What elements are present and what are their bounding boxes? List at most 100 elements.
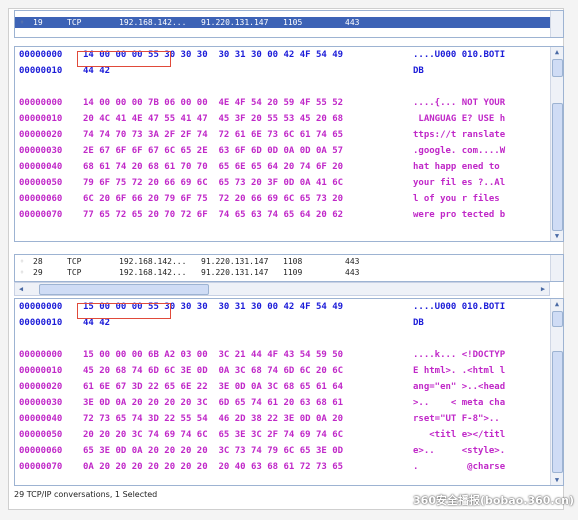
hex-line: 00000070 77 65 72 65 20 70 72 6F 74 65 63… [15, 207, 563, 223]
hex-offset: 00000000 [19, 350, 63, 360]
hex-line [15, 79, 563, 95]
hex-offset: 00000010 [19, 114, 63, 124]
hex-offset: 00000040 [19, 162, 63, 172]
scroll-up-icon[interactable]: ▲ [551, 299, 563, 309]
conversation-row[interactable]: ◦ 19 TCP 192.168.142... 91.220.131.147 1… [15, 17, 563, 28]
conversation-list-top[interactable]: ◦ 19 TCP 192.168.142... 91.220.131.147 1… [14, 10, 564, 38]
hex-line: 00000060 65 3E 0D 0A 20 20 20 20 3C 73 74… [15, 443, 563, 459]
hex-offset: 00000000 [19, 302, 63, 312]
hex-bytes: 61 6E 67 3D 22 65 6E 22 3E 0D 0A 3C 68 6… [83, 382, 344, 392]
hex-offset: 00000060 [19, 446, 63, 456]
hex-bytes: 20 20 20 3C 74 69 74 6C 65 3E 3C 2F 74 6… [83, 430, 344, 440]
hex-line: 00000000 15 00 00 00 6B A2 03 00 3C 21 44… [15, 347, 563, 363]
hex-bytes: 77 65 72 65 20 70 72 6F 74 65 63 74 65 6… [83, 210, 344, 220]
scroll-thumb[interactable] [552, 59, 563, 77]
hex-scrollbar[interactable]: ▲ ▼ [550, 47, 563, 241]
hex-offset: 00000030 [19, 146, 63, 156]
hex-ascii: ....U000 010.BOTI [413, 50, 506, 60]
hex-bytes: 74 74 70 73 3A 2F 2F 74 72 61 6E 73 6C 6… [83, 130, 344, 140]
hex-offset: 00000050 [19, 430, 63, 440]
hex-ascii: <titl e></titl [413, 430, 506, 440]
hex-bytes: 20 4C 41 4E 47 55 41 47 45 3F 20 55 53 4… [83, 114, 344, 124]
row-marker-icon: ◦ [19, 257, 25, 266]
hex-ascii: ....U000 010.BOTI [413, 302, 506, 312]
hex-bytes: 65 3E 0D 0A 20 20 20 20 3C 73 74 79 6C 6… [83, 446, 344, 456]
hex-ascii: your fil es ?..Al [413, 178, 506, 188]
hex-line: 00000030 2E 67 6F 6F 67 6C 65 2E 63 6F 6D… [15, 143, 563, 159]
hex-ascii: E html>. .<html l [413, 366, 506, 376]
row-number: 19 [33, 18, 43, 27]
hex-line: 00000040 68 61 74 20 68 61 70 70 65 6E 65… [15, 159, 563, 175]
hex-bytes: 14 00 00 00 7B 06 00 00 4E 4F 54 20 59 4… [83, 98, 344, 108]
hex-view-2[interactable]: 00000000 15 00 00 00 55 30 30 30 30 31 30… [14, 298, 564, 486]
hex-offset: 00000010 [19, 66, 63, 76]
scroll-right-icon[interactable]: ▶ [537, 283, 549, 295]
row-number: 29 [33, 268, 43, 277]
hex-ascii: DB [413, 318, 424, 328]
row-marker-icon: ◦ [19, 18, 25, 27]
hex-line: 00000010 45 20 68 74 6D 6C 3E 0D 0A 3C 68… [15, 363, 563, 379]
hex-ascii: ....k... <!DOCTYP [413, 350, 506, 360]
scroll-up-icon[interactable]: ▲ [551, 47, 563, 57]
hex-ascii: l of you r files [413, 194, 500, 204]
row-protocol: TCP [67, 18, 82, 27]
hex-ascii: e>.. <style>. [413, 446, 506, 456]
hex-offset: 00000070 [19, 210, 63, 220]
hex-bytes: 2E 67 6F 6F 67 6C 65 2E 63 6F 6D 0D 0A 0… [83, 146, 344, 156]
scroll-down-icon[interactable]: ▼ [551, 475, 563, 485]
conversation-row[interactable]: ◦ 29 TCP 192.168.142... 91.220.131.147 1… [15, 267, 563, 278]
scroll-thumb[interactable] [39, 284, 209, 295]
hex-ascii: LANGUAG E? USE h [413, 114, 506, 124]
row-source: 192.168.142... [119, 257, 187, 266]
hex-bytes: 72 73 65 74 3D 22 55 54 46 2D 38 22 3E 0… [83, 414, 344, 424]
hex-offset: 00000040 [19, 414, 63, 424]
scroll-thumb-2[interactable] [552, 351, 563, 473]
hex-offset: 00000000 [19, 50, 63, 60]
hex-scrollbar[interactable]: ▲ ▼ [550, 299, 563, 485]
hex-line: 00000030 3E 0D 0A 20 20 20 20 3C 6D 65 74… [15, 395, 563, 411]
list-scrollbar[interactable] [550, 11, 563, 37]
row-source: 192.168.142... [119, 268, 187, 277]
hex-bytes: 79 6F 75 72 20 66 69 6C 65 73 20 3F 0D 0… [83, 178, 344, 188]
hex-view-1[interactable]: 00000000 14 00 00 00 55 30 30 30 30 31 30… [14, 46, 564, 242]
hex-ascii: >.. < meta cha [413, 398, 506, 408]
hex-ascii: . @charse [413, 462, 506, 472]
hex-bytes: 6C 20 6F 66 20 79 6F 75 72 20 66 69 6C 6… [83, 194, 344, 204]
row-marker-icon: ◦ [19, 268, 25, 277]
highlight-box [77, 303, 171, 319]
hex-ascii: ang="en" >..<head [413, 382, 506, 392]
scroll-thumb-2[interactable] [552, 103, 563, 231]
hex-line: 00000050 79 6F 75 72 20 66 69 6C 65 73 20… [15, 175, 563, 191]
scroll-thumb[interactable] [552, 311, 563, 327]
hex-offset: 00000010 [19, 318, 63, 328]
row-port: 1109 [283, 268, 303, 277]
row-source: 192.168.142... [119, 18, 187, 27]
hex-bytes: 68 61 74 20 68 61 70 70 65 6E 65 64 20 7… [83, 162, 344, 172]
scroll-down-icon[interactable]: ▼ [551, 231, 563, 241]
highlight-box [77, 51, 171, 67]
hex-offset: 00000050 [19, 178, 63, 188]
row-port: 1108 [283, 257, 303, 266]
hex-offset: 00000010 [19, 366, 63, 376]
row-protocol: TCP [67, 268, 82, 277]
list-scrollbar[interactable] [550, 255, 563, 281]
hex-line [15, 331, 563, 347]
horizontal-scrollbar[interactable]: ◀ ▶ [14, 282, 550, 296]
hex-line: 00000020 61 6E 67 3D 22 65 6E 22 3E 0D 0A… [15, 379, 563, 395]
conversation-row[interactable]: ◦ 28 TCP 192.168.142... 91.220.131.147 1… [15, 256, 563, 267]
hex-offset: 00000020 [19, 130, 63, 140]
hex-line: 00000010 20 4C 41 4E 47 55 41 47 45 3F 20… [15, 111, 563, 127]
hex-line: 00000040 72 73 65 74 3D 22 55 54 46 2D 38… [15, 411, 563, 427]
row-number: 28 [33, 257, 43, 266]
row-port: 1105 [283, 18, 303, 27]
hex-offset: 00000020 [19, 382, 63, 392]
row-destination: 91.220.131.147 [201, 257, 269, 266]
row-destination: 91.220.131.147 [201, 18, 269, 27]
scroll-left-icon[interactable]: ◀ [15, 283, 27, 295]
hex-line: 00000000 14 00 00 00 7B 06 00 00 4E 4F 54… [15, 95, 563, 111]
hex-line: 00000070 0A 20 20 20 20 20 20 20 20 40 63… [15, 459, 563, 475]
hex-offset: 00000070 [19, 462, 63, 472]
conversation-list-bottom[interactable]: ◦ 28 TCP 192.168.142... 91.220.131.147 1… [14, 254, 564, 282]
hex-ascii: were pro tected b [413, 210, 506, 220]
hex-line: 00000020 74 74 70 73 3A 2F 2F 74 72 61 6E… [15, 127, 563, 143]
